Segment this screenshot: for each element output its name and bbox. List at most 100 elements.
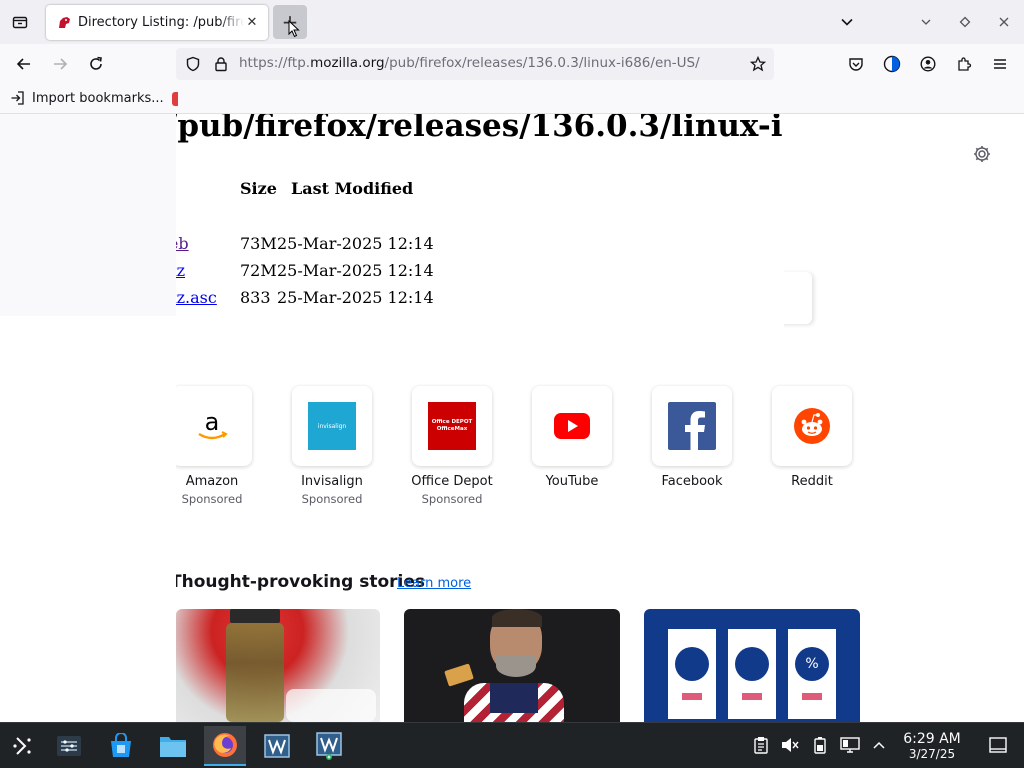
vpn-icon[interactable] [876,48,908,80]
invisalign-logo-icon: invisalign [308,402,356,450]
cup-shape [286,689,376,722]
maximize-icon[interactable] [949,0,981,44]
taskbar: 6:29 AM 3/27/25 [0,722,1024,768]
infographic-panel-2 [728,629,776,719]
bookmark-overflow-fragment [172,92,178,106]
page-content: /pub/firefox/releases/136.0.3/linux-i686… [0,114,1024,722]
facebook-logo-icon [652,386,732,466]
story-card-man[interactable] [404,609,620,722]
directory-listing-panel: /pub/firefox/releases/136.0.3/linux-i686… [176,114,784,384]
file-modified: 25-Mar-2025 12:14 [277,234,434,253]
active-tab[interactable]: Directory Listing: /pub/firefox/releases… [46,5,268,40]
portrait-beard [496,655,536,677]
office-depot-logo-icon: Office DEPOT OfficeMax [428,402,476,450]
shortcut-label: Facebook [661,474,723,489]
mouse-cursor-icon [288,20,300,38]
tab-title: Directory Listing: /pub/firefox/releases… [78,15,244,30]
search-box-edge[interactable] [780,272,812,324]
jar-lid [230,609,280,623]
reload-icon[interactable] [80,48,112,80]
pocket-icon[interactable] [840,48,872,80]
invisalign-card: invisalign [292,386,372,466]
file-link[interactable]: firefox-136.0.3.deb [176,234,189,253]
back-arrow-icon[interactable] [8,48,40,80]
listing-heading: /pub/firefox/releases/136.0.3/linux-i686… [176,114,784,144]
office-depot-card: Office DEPOT OfficeMax [412,386,492,466]
show-hidden-tray-icon[interactable] [869,735,889,755]
bookmarks-toolbar: Import bookmarks... [0,84,1024,114]
close-window-icon[interactable] [988,0,1020,44]
network-icon[interactable] [840,735,860,755]
stories-header: Thought-provoking stories Learn more [176,572,776,596]
forward-arrow-icon[interactable] [44,48,76,80]
file-size: 73M [240,234,277,253]
application-launcher-icon[interactable] [2,726,44,766]
digital-clock[interactable]: 6:29 AM 3/27/25 [892,731,972,761]
bookmark-star-icon[interactable] [750,56,766,72]
modified-column-header[interactable]: Last Modified [291,179,413,198]
clock-time: 6:29 AM [903,731,961,747]
minimize-icon[interactable] [910,0,942,44]
learn-more-link[interactable]: Learn more [397,576,471,591]
portrait-gold-card [444,663,474,687]
story-card-infographic[interactable]: % [644,609,860,722]
clipboard-icon[interactable] [751,735,771,755]
discover-store-icon[interactable] [100,726,142,766]
firefox-taskbar-icon[interactable] [204,726,246,766]
file-link[interactable]: firefox-136.0.3.tar.xz [176,261,185,280]
infographic-circle-2 [735,647,769,681]
sponsored-label: Sponsored [301,492,363,506]
system-settings-icon[interactable] [48,726,90,766]
amazon-logo-icon: a [176,386,252,466]
file-link[interactable]: firefox-136.0.3.tar.xz.asc [176,288,217,307]
file-manager-icon[interactable] [152,726,194,766]
sponsored-label: Sponsored [421,492,483,506]
svg-text:a: a [205,408,220,436]
url-text[interactable]: https://ftp.mozilla.org/pub/firefox/rele… [239,55,700,71]
virtualbox-icon[interactable] [256,726,298,766]
navigation-toolbar: https://ftp.mozilla.org/pub/firefox/rele… [0,44,1024,84]
close-tab-icon[interactable]: ✕ [244,14,260,30]
jar-body [226,623,284,722]
file-modified: 25-Mar-2025 12:14 [277,261,434,280]
infographic-button-3 [802,693,822,700]
volume-muted-icon[interactable] [780,735,800,755]
stories-title: Thought-provoking stories [176,572,426,592]
shortcut-label: YouTube [545,474,599,489]
infographic-panel-3: % [788,629,836,719]
show-desktop-icon[interactable] [988,735,1008,755]
infographic-circle-1 [675,647,709,681]
shortcut-label: Office Depot [411,474,493,489]
import-bookmarks-button[interactable]: Import bookmarks... [10,90,164,106]
account-icon[interactable] [912,48,944,80]
infographic-panel-1 [668,629,716,719]
youtube-logo-icon [532,386,612,466]
percent-icon: % [795,647,829,681]
extensions-puzzle-icon[interactable] [948,48,980,80]
file-size: 833 [240,288,271,307]
customize-gear-icon[interactable] [972,144,992,164]
tab-strip: Directory Listing: /pub/firefox/releases… [0,0,1024,44]
shortcut-label: Amazon [185,474,239,489]
list-all-tabs-icon[interactable] [831,0,863,44]
shortcut-label: Reddit [791,474,833,489]
infographic-button-2 [742,693,762,700]
lock-icon[interactable] [213,56,229,72]
reddit-logo-icon [772,386,852,466]
firefox-view-icon[interactable] [4,0,36,44]
portrait-flag-canton [490,683,538,713]
infographic-button-1 [682,693,702,700]
ftp-favicon-icon [59,16,70,28]
file-size: 72M [240,261,277,280]
tracking-protection-shield-icon[interactable] [185,56,201,72]
import-icon [11,91,24,105]
address-bar[interactable]: https://ftp.mozilla.org/pub/firefox/rele… [176,48,774,80]
sponsored-label: Sponsored [181,492,243,506]
battery-icon[interactable] [810,735,830,755]
top-sites: a Amazon Sponsored invisalign Invisalign… [176,374,1024,514]
import-bookmarks-label: Import bookmarks... [32,90,164,106]
story-card-jar[interactable] [176,609,380,722]
menu-hamburger-icon[interactable] [984,48,1016,80]
virtualbox-new-icon[interactable] [308,726,350,766]
size-column-header[interactable]: Size [240,179,277,198]
